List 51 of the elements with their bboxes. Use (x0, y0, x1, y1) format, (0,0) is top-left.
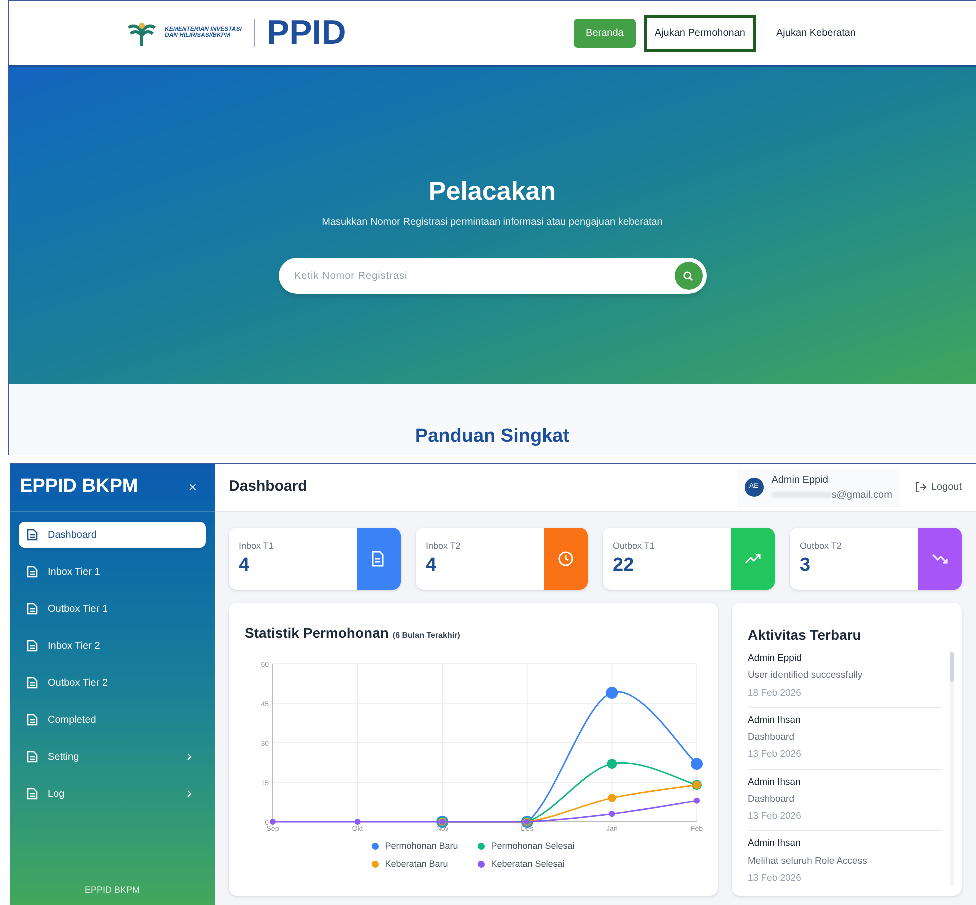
section-title: Panduan Singkat (415, 424, 570, 448)
activity-date: 18 Feb 2026 (748, 686, 802, 700)
activity-user: Admin Eppid (748, 652, 803, 666)
legend-label: Keberatan Baru (385, 858, 448, 870)
activity-description: User identified successfully (748, 669, 864, 684)
activity-user: Admin Ihsan (748, 776, 802, 790)
activity-title: Aktivitas Terbaru (748, 626, 862, 645)
activity-user: Admin Ihsan (748, 837, 802, 852)
user-email: s@gmail.com (832, 488, 892, 502)
hero-subtitle: Masukkan Nomor Registrasi permintaan informasi atau pengajuan keberatan (322, 216, 663, 230)
sidebar-item[interactable]: Inbox Tier 2 (19, 633, 206, 659)
chart-title: Statistik Permohonan (245, 624, 389, 643)
activity-description: Dashboard (748, 792, 796, 807)
stat-label: Inbox T1 (239, 540, 275, 553)
activity-description: Melihat seluruh Role Access (748, 854, 868, 868)
sidebar-item[interactable]: Log (19, 781, 206, 807)
stat-value: 4 (239, 554, 251, 578)
user-name: Admin Eppid (772, 474, 830, 488)
stat-label: Outbox T2 (800, 540, 843, 553)
nav-link[interactable]: Ajukan Keberatan (764, 18, 868, 48)
page-title: Dashboard (229, 477, 308, 498)
nav-link[interactable]: Ajukan Permohonan (644, 14, 756, 52)
search-field[interactable]: Ketik Nomor Registrasi (278, 258, 706, 294)
stat-value: 22 (613, 554, 636, 578)
sidebar-item[interactable]: Outbox Tier 2 (19, 670, 206, 696)
sidebar-item[interactable]: Inbox Tier 1 (19, 559, 206, 585)
close-button[interactable]: × (188, 477, 205, 498)
search-input[interactable]: Ketik Nomor Registrasi (294, 268, 674, 284)
hero-title: Pelacakan (428, 175, 556, 208)
sidebar-item[interactable]: Setting (19, 744, 206, 770)
activity-date: 13 Feb 2026 (748, 810, 802, 824)
sidebar-item[interactable]: Dashboard (19, 522, 206, 548)
activity-description: Dashboard (748, 731, 796, 745)
sidebar-brand: EPPID BKPM (20, 475, 138, 500)
logout-button[interactable]: Logout (916, 480, 962, 495)
legend-label: Permohonan Selesai (491, 840, 575, 853)
chart-subtitle: (6 Bulan Terakhir) (392, 630, 460, 642)
activity-date: 13 Feb 2026 (748, 872, 802, 886)
legend-label: Permohonan Baru (385, 840, 458, 853)
activity-user: Admin Ihsan (748, 714, 802, 728)
site-title: PPID (266, 16, 346, 50)
stat-label: Outbox T1 (613, 540, 656, 553)
stat-value: 4 (426, 554, 438, 578)
legend-label: Keberatan Selesai (491, 858, 565, 870)
sidebar-item[interactable]: Completed (19, 707, 206, 733)
sidebar-item[interactable]: Outbox Tier 1 (19, 596, 206, 622)
nav-link[interactable]: Beranda (574, 18, 636, 48)
activity-date: 13 Feb 2026 (748, 748, 802, 762)
stat-label: Inbox T2 (426, 540, 462, 553)
stat-value: 3 (800, 554, 812, 578)
sidebar-footer: EPPID BKPM (84, 885, 140, 895)
